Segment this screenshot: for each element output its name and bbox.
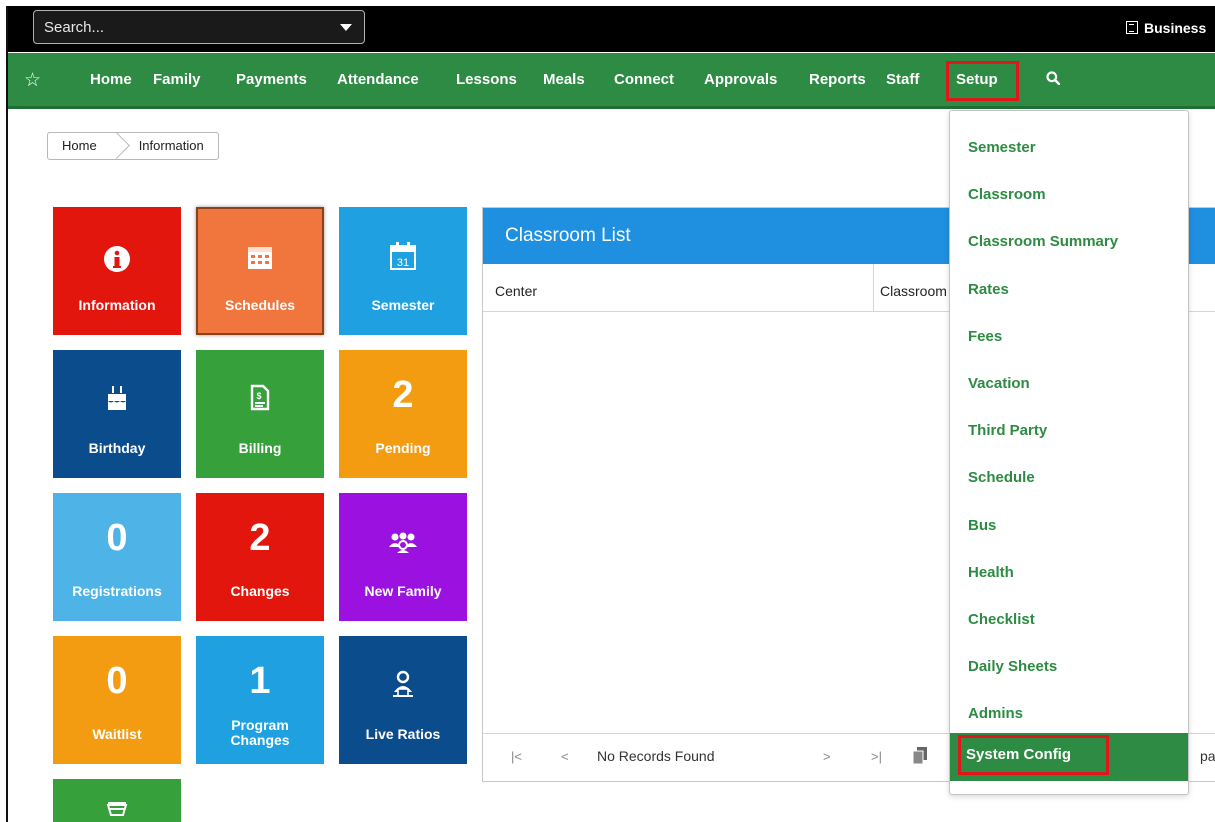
main-nav: ☆ Home Family Payments Attendance Lesson… [8, 53, 1215, 109]
breadcrumb-home[interactable]: Home [48, 133, 111, 159]
menu-item-checklist[interactable]: Checklist [968, 611, 1035, 628]
svg-text:$: $ [256, 391, 261, 401]
tile-label: Semester [371, 297, 435, 313]
star-icon[interactable]: ☆ [24, 69, 41, 92]
tile-label: Information [78, 297, 156, 313]
breadcrumb-information: Information [138, 138, 204, 153]
tile-label: Birthday [88, 440, 146, 456]
program-changes-count: 1 [249, 660, 271, 702]
pending-count: 2 [392, 374, 414, 416]
tile-changes[interactable]: 2 Changes [196, 493, 324, 621]
last-page-button[interactable]: >| [871, 749, 882, 764]
menu-item-rates[interactable]: Rates [968, 281, 1009, 298]
setup-highlight [946, 61, 1019, 101]
menu-item-fees[interactable]: Fees [968, 328, 1002, 345]
tile-meals[interactable] [53, 779, 181, 822]
changes-count: 2 [249, 517, 271, 559]
column-header-classroom[interactable]: Classroom [880, 283, 947, 299]
tile-label: Program Changes [230, 717, 290, 748]
menu-item-admins[interactable]: Admins [968, 705, 1023, 722]
menu-item-bus[interactable]: Bus [968, 517, 996, 534]
menu-item-health[interactable]: Health [968, 564, 1014, 581]
search-icon[interactable] [1046, 71, 1060, 85]
registrations-count: 0 [106, 517, 128, 559]
menu-item-schedule[interactable]: Schedule [968, 469, 1035, 486]
copy-icon[interactable] [913, 747, 927, 764]
tile-program-changes[interactable]: 1 Program Changes [196, 636, 324, 764]
nav-connect[interactable]: Connect [614, 71, 674, 88]
tile-information[interactable]: Information [53, 207, 181, 335]
invoice-icon: $ [250, 384, 270, 411]
tile-birthday[interactable]: Birthday [53, 350, 181, 478]
nav-home[interactable]: Home [90, 71, 132, 88]
pager-status: No Records Found [597, 748, 715, 764]
tile-label: Billing [238, 440, 282, 456]
nav-reports[interactable]: Reports [809, 71, 866, 88]
nav-family[interactable]: Family [153, 71, 201, 88]
business-menu[interactable]: Business [1126, 20, 1206, 36]
tile-label: Schedules [224, 297, 296, 313]
menu-item-system-config[interactable]: System Config [950, 733, 1188, 781]
tile-schedules[interactable]: Schedules [196, 207, 324, 335]
search-placeholder: Search... [44, 19, 105, 36]
building-icon [1126, 21, 1138, 34]
menu-item-vacation[interactable]: Vacation [968, 375, 1030, 392]
birthday-cake-icon [108, 386, 126, 410]
caret-down-icon[interactable] [340, 24, 352, 31]
family-group-icon [389, 532, 417, 553]
menu-item-semester[interactable]: Semester [968, 139, 1036, 156]
tile-label: Registrations [72, 583, 162, 599]
tile-semester[interactable]: 31 Semester [339, 207, 467, 335]
tile-new-family[interactable]: New Family [339, 493, 467, 621]
next-page-button[interactable]: > [823, 749, 831, 764]
column-divider [873, 264, 874, 311]
first-page-button[interactable]: |< [511, 749, 522, 764]
bowl-icon [106, 802, 128, 816]
menu-item-classroom-summary[interactable]: Classroom Summary [968, 233, 1118, 250]
nav-payments[interactable]: Payments [236, 71, 307, 88]
nav-attendance[interactable]: Attendance [337, 71, 419, 88]
column-header-center[interactable]: Center [495, 283, 537, 299]
app-frame: Search... Business ☆ Home Family Payment… [6, 6, 1215, 822]
page-size-label: page [1200, 748, 1215, 764]
menu-item-daily-sheets[interactable]: Daily Sheets [968, 658, 1057, 675]
setup-dropdown-menu: Semester Classroom Classroom Summary Rat… [949, 110, 1189, 795]
search-select[interactable]: Search... [33, 10, 365, 44]
tile-registrations[interactable]: 0 Registrations [53, 493, 181, 621]
tile-pending[interactable]: 2 Pending [339, 350, 467, 478]
menu-item-label: System Config [966, 746, 1072, 763]
top-bar: Search... Business [8, 6, 1215, 52]
tile-label: Live Ratios [365, 726, 441, 742]
waitlist-count: 0 [106, 660, 128, 702]
tile-label: Pending [375, 440, 431, 456]
menu-item-third-party[interactable]: Third Party [968, 422, 1047, 439]
tile-label: Waitlist [92, 726, 142, 742]
breadcrumb-separator [111, 133, 125, 159]
nav-meals[interactable]: Meals [543, 71, 585, 88]
nav-approvals[interactable]: Approvals [704, 71, 777, 88]
calendar-31-icon: 31 [390, 242, 416, 270]
svg-text:31: 31 [397, 257, 409, 269]
tile-billing[interactable]: $ Billing [196, 350, 324, 478]
info-icon [104, 246, 130, 272]
prev-page-button[interactable]: < [561, 749, 569, 764]
calendar-grid-icon [248, 247, 272, 269]
breadcrumb: Home Information [47, 132, 219, 160]
nav-lessons[interactable]: Lessons [456, 71, 517, 88]
tile-label: New Family [364, 583, 442, 599]
business-label: Business [1144, 20, 1207, 36]
teacher-ratio-icon [393, 670, 413, 697]
tile-live-ratios[interactable]: Live Ratios [339, 636, 467, 764]
nav-staff[interactable]: Staff [886, 71, 919, 88]
menu-item-classroom[interactable]: Classroom [968, 186, 1046, 203]
tile-label: Changes [230, 583, 290, 599]
tile-waitlist[interactable]: 0 Waitlist [53, 636, 181, 764]
